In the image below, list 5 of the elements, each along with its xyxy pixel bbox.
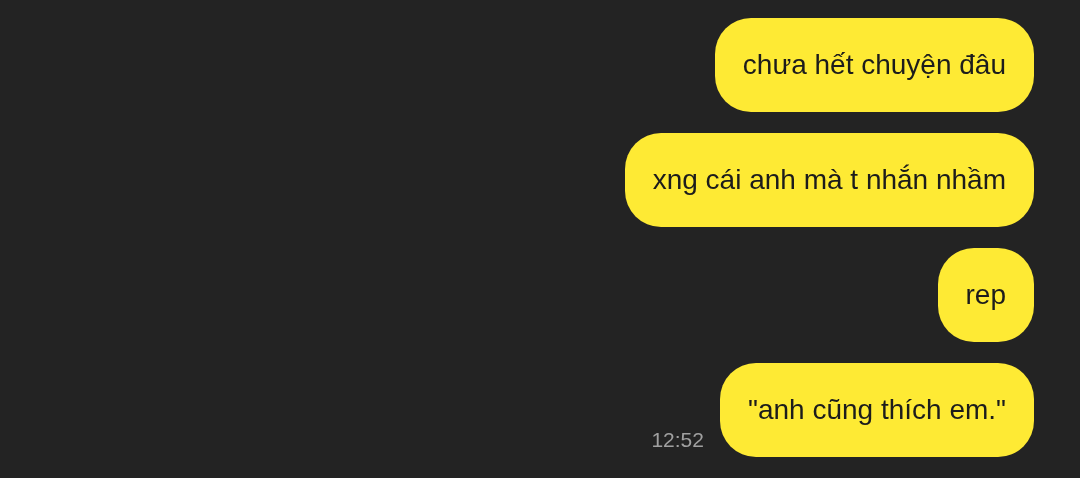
message-bubble: "anh cũng thích em." bbox=[719, 363, 1034, 457]
message-bubble: rep bbox=[937, 248, 1034, 342]
message-bubble: xng cái anh mà t nhắn nhầm bbox=[624, 133, 1034, 227]
message-bubble: chưa hết chuyện đâu bbox=[714, 18, 1034, 112]
message-time: 12:52 bbox=[651, 426, 704, 453]
